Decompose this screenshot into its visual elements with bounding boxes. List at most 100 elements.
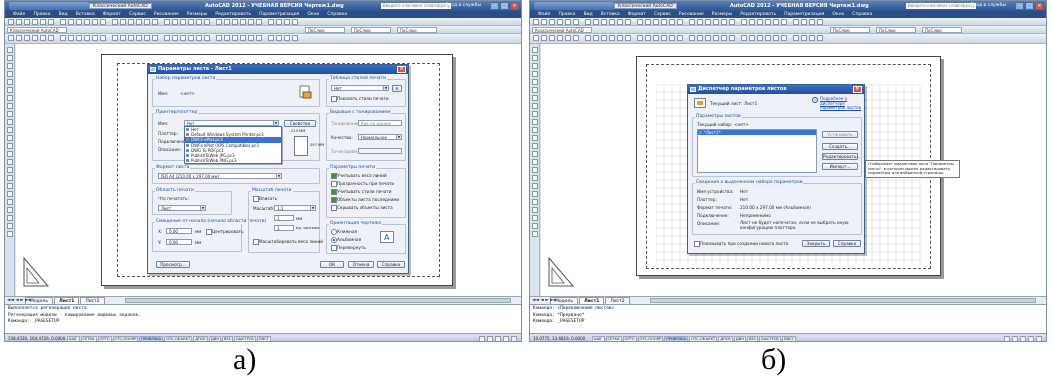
import-button[interactable]: Импорт... <box>822 163 858 170</box>
tool-icon[interactable] <box>7 111 13 117</box>
tray-icon[interactable] <box>1036 336 1042 341</box>
menu-format[interactable]: Формат <box>628 11 646 18</box>
modify-button[interactable]: Редактировать... <box>822 153 860 160</box>
tool-icon[interactable] <box>7 231 13 237</box>
toolbar-icon[interactable] <box>268 19 274 25</box>
tool-icon[interactable] <box>7 87 13 93</box>
scale-select[interactable]: 1:1 ▼ <box>274 205 316 211</box>
toolbar-icon[interactable] <box>152 35 158 41</box>
edit-plot-style-icon[interactable]: ≡ <box>392 85 402 92</box>
mode-ortho[interactable]: ОРТО <box>622 336 637 341</box>
menu-parametric[interactable]: Параметризация <box>259 11 299 18</box>
toolbar-icon[interactable] <box>661 19 667 25</box>
tool-icon[interactable] <box>532 159 538 165</box>
tab-layout2[interactable]: Лист2 <box>605 297 630 304</box>
paperspace-last-checkbox[interactable]: Объекты листа последними <box>331 197 399 203</box>
toolbar-icon[interactable] <box>793 19 799 25</box>
toolbar-icon[interactable] <box>713 19 719 25</box>
portrait-radio[interactable]: Книжная <box>331 229 357 235</box>
menu-tools[interactable]: Сервис <box>129 11 146 18</box>
tool-icon[interactable] <box>532 215 538 221</box>
tool-icon[interactable] <box>7 47 13 53</box>
toolbar-icon[interactable] <box>268 35 274 41</box>
toolbar-icon[interactable] <box>224 35 230 41</box>
mode-polar[interactable]: ОТС-ПОЛЯР <box>637 336 664 341</box>
tool-icon[interactable] <box>532 103 538 109</box>
tool-icon[interactable] <box>532 151 538 157</box>
toolbar-icon[interactable] <box>729 19 735 25</box>
menu-tools[interactable]: Сервис <box>654 11 671 18</box>
mode-dyn[interactable]: ДИН <box>208 336 222 341</box>
menu-insert[interactable]: Вставка <box>601 11 620 18</box>
toolbar-icon[interactable] <box>721 35 727 41</box>
tool-icon[interactable] <box>7 95 13 101</box>
preview-button[interactable]: Просмотр... <box>156 261 190 268</box>
toolbar-icon[interactable] <box>256 19 262 25</box>
horizontal-scrollbar[interactable] <box>650 298 1036 303</box>
plot-style-select[interactable]: Нет ▼ <box>331 85 389 91</box>
tray-icon[interactable] <box>1020 336 1026 341</box>
dialog-close-icon[interactable]: × <box>853 86 862 93</box>
toolbar-icon[interactable] <box>24 19 30 25</box>
toolbar-icon[interactable] <box>689 35 695 41</box>
toolbar-icon[interactable] <box>248 19 254 25</box>
tab-layout1[interactable]: Лист1 <box>54 297 80 304</box>
chevron-down-icon[interactable]: ▼ <box>396 135 401 139</box>
tab-layout1[interactable]: Лист1 <box>579 297 605 304</box>
set-current-button[interactable]: Установить <box>822 131 858 138</box>
toolbar-icon[interactable] <box>741 35 747 41</box>
toolbar-icon[interactable] <box>625 19 631 25</box>
toolbar-icon[interactable] <box>609 19 615 25</box>
toolbar-icon[interactable] <box>661 35 667 41</box>
tool-icon[interactable] <box>7 167 13 173</box>
toolbar-icon[interactable] <box>204 35 210 41</box>
toolbar-icon[interactable] <box>152 19 158 25</box>
tool-icon[interactable] <box>7 223 13 229</box>
toolbar-icon[interactable] <box>48 35 54 41</box>
tool-icon[interactable] <box>532 167 538 173</box>
chevron-down-icon[interactable]: ▼ <box>310 206 315 210</box>
tool-icon[interactable] <box>532 63 538 69</box>
toolbar-icon[interactable] <box>84 35 90 41</box>
tool-icon[interactable] <box>532 207 538 213</box>
menu-edit[interactable]: Правка <box>558 11 575 18</box>
help-button[interactable]: Справка <box>377 261 405 268</box>
toolbar-icon[interactable] <box>136 19 142 25</box>
toolbar-icon[interactable] <box>669 19 675 25</box>
page-setups-list[interactable]: *Лист1* <box>697 129 817 173</box>
toolbar-icon[interactable] <box>180 19 186 25</box>
tool-icon[interactable] <box>7 127 13 133</box>
menu-modify[interactable]: Редактировать <box>740 11 776 18</box>
mode-paper[interactable]: ЛИСТ <box>256 336 271 341</box>
tool-icon[interactable] <box>7 175 13 181</box>
toolbar-icon[interactable] <box>188 35 194 41</box>
toolbar-icon[interactable] <box>128 35 134 41</box>
tool-icon[interactable] <box>532 223 538 229</box>
mode-otrack[interactable]: ОТС-ОБЪЕКТ <box>164 336 193 341</box>
ok-button[interactable]: ОК <box>320 261 344 268</box>
toolbar-icon[interactable] <box>765 19 771 25</box>
tool-icon[interactable] <box>532 55 538 61</box>
toolbar-icon[interactable] <box>216 19 222 25</box>
menu-format[interactable]: Формат <box>103 11 121 18</box>
toolbar-icon[interactable] <box>120 35 126 41</box>
toolbar-icon[interactable] <box>697 19 703 25</box>
show-plot-styles-checkbox[interactable]: Показать стили печати <box>331 96 389 102</box>
quick-access-toolbar[interactable] <box>9 2 89 10</box>
close-icon[interactable]: × <box>510 2 519 10</box>
toolbar-icon[interactable] <box>76 19 82 25</box>
tab-navigation[interactable]: ◄◄ ◄ ► ►► <box>7 298 32 303</box>
toolbar-icon[interactable] <box>729 35 735 41</box>
help-button[interactable]: Справка <box>833 240 861 247</box>
workspace-switcher[interactable]: Классический AutoCAD <box>89 3 152 9</box>
tray-icon[interactable] <box>1028 336 1034 341</box>
toolbar-icon[interactable] <box>196 19 202 25</box>
toolbar-icon[interactable] <box>817 19 823 25</box>
toolbar-icon[interactable] <box>8 19 14 25</box>
toolbar-icon[interactable] <box>284 35 290 41</box>
toolbar-icon[interactable] <box>801 35 807 41</box>
maximize-icon[interactable]: □ <box>1025 2 1034 10</box>
tool-icon[interactable] <box>532 175 538 181</box>
tool-icon[interactable] <box>532 71 538 77</box>
toolbar-icon[interactable] <box>757 35 763 41</box>
